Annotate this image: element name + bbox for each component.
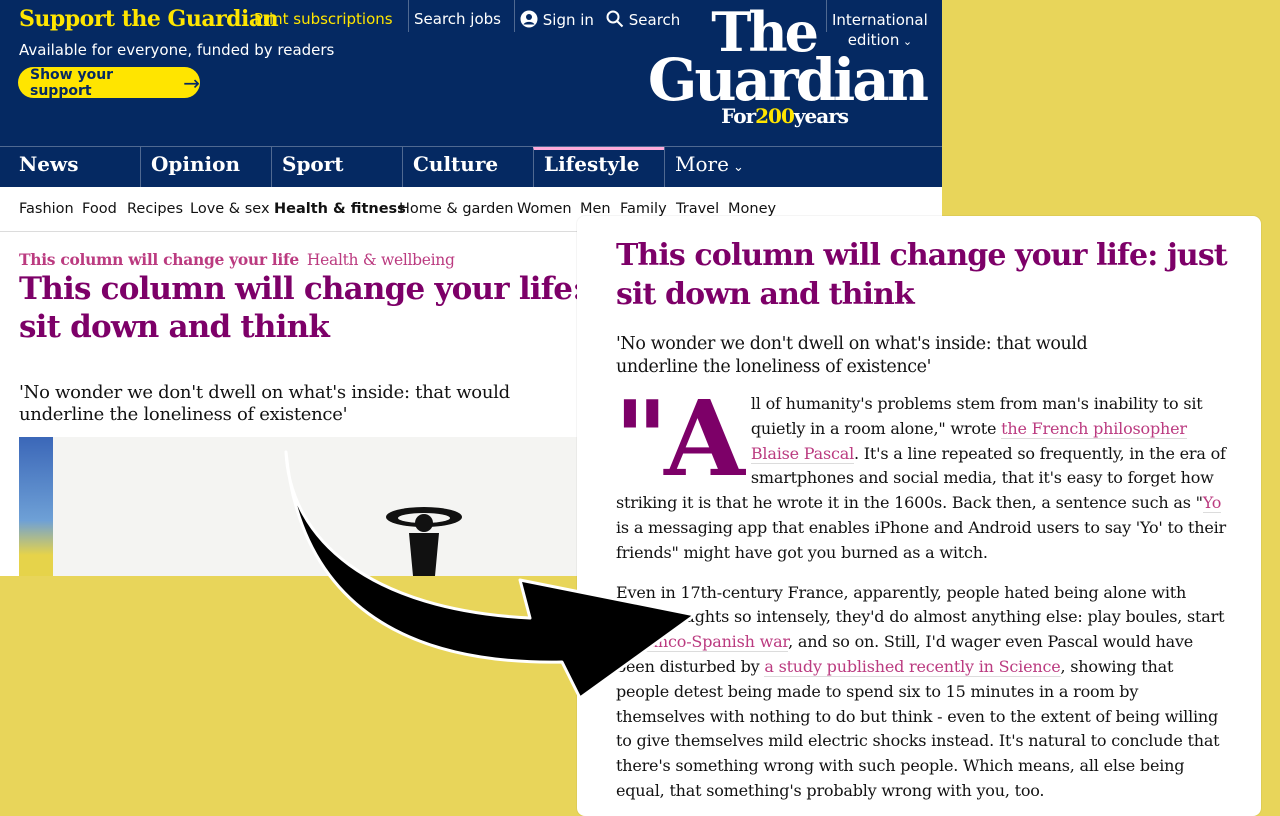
sign-in-label: Sign in (542, 11, 594, 29)
subnav-food[interactable]: Food (82, 201, 117, 217)
article-standfirst: 'No wonder we don't dwell on what's insi… (19, 382, 510, 425)
paragraph-text: , showing that people detest being made … (616, 656, 1220, 800)
image-blue-edge (19, 437, 53, 576)
pillar-opinion[interactable]: Opinion (140, 147, 271, 187)
subnav-money[interactable]: Money (728, 201, 776, 217)
subnav-home-garden[interactable]: Home & garden (399, 201, 513, 217)
print-subscriptions-link[interactable]: Print subscriptions (254, 10, 393, 28)
guardian-logo[interactable]: The Guardian For200years (636, 5, 929, 128)
article-headline: This column will change your life: ju si… (19, 270, 639, 346)
arrow-right-icon: → (183, 70, 200, 95)
search-icon (606, 10, 624, 28)
pillar-nav: News Opinion Sport Culture Lifestyle Mor… (0, 146, 942, 187)
pillar-news[interactable]: News (0, 147, 140, 187)
logo-years: years (793, 104, 849, 128)
pillar-lifestyle[interactable]: Lifestyle (533, 147, 664, 187)
subnav-family[interactable]: Family (620, 201, 667, 217)
science-study-link[interactable]: a study published recently in Science (764, 656, 1061, 677)
support-button-label: Show your support (30, 66, 114, 99)
divider (514, 0, 515, 32)
subnav-love-sex[interactable]: Love & sex (190, 201, 270, 217)
section-link[interactable]: Health & wellbeing (307, 251, 455, 269)
pillar-more[interactable]: More ⌄ (664, 147, 774, 187)
divider (408, 0, 409, 32)
support-title: Support the Guardian (19, 6, 279, 32)
subnav-fashion[interactable]: Fashion (19, 201, 74, 217)
headline-line2: sit down and think (19, 309, 330, 345)
chevron-down-icon: ⌄ (728, 160, 744, 175)
pillar-sport[interactable]: Sport (271, 147, 402, 187)
series-link[interactable]: This column will change your life (19, 250, 299, 269)
support-subtitle: Available for everyone, funded by reader… (19, 41, 335, 59)
masthead: Support the Guardian Available for every… (0, 0, 942, 146)
pillar-culture[interactable]: Culture (402, 147, 533, 187)
reader-body: "A ll of humanity's problems stem from ma… (614, 387, 1227, 816)
reader-paragraph: "A ll of humanity's problems stem from ma… (614, 387, 1227, 566)
reader-standfirst: 'No wonder we don't dwell on what's insi… (616, 334, 1088, 377)
subnav-recipes[interactable]: Recipes (127, 201, 183, 217)
show-support-button[interactable]: Show your support → (18, 66, 200, 99)
sign-in-link[interactable]: Sign in (520, 10, 594, 29)
more-label: More (675, 152, 729, 176)
reader-headline: This column will change your life: just … (616, 238, 1228, 312)
subnav-women[interactable]: Women (517, 201, 572, 217)
headline-line1: This column will change your life: ju (19, 271, 626, 307)
article-kicker: This column will change your life Health … (19, 250, 455, 269)
reader-paragraph: Even in 17th-century France, apparently,… (616, 581, 1226, 804)
user-icon (520, 10, 538, 28)
subnav-men[interactable]: Men (580, 201, 611, 217)
logo-for: For (721, 104, 756, 128)
subnav-travel[interactable]: Travel (676, 201, 719, 217)
subnav-health-fitness[interactable]: Health & fitness (274, 201, 406, 217)
yo-link[interactable]: Yo (1202, 493, 1221, 514)
logo-guardian: Guardian (647, 46, 929, 114)
curved-arrow-icon (284, 450, 697, 700)
search-jobs-link[interactable]: Search jobs (414, 10, 501, 28)
logo-200: 200 (755, 104, 795, 128)
paragraph-text: is a messaging app that enables iPhone a… (616, 517, 1227, 562)
